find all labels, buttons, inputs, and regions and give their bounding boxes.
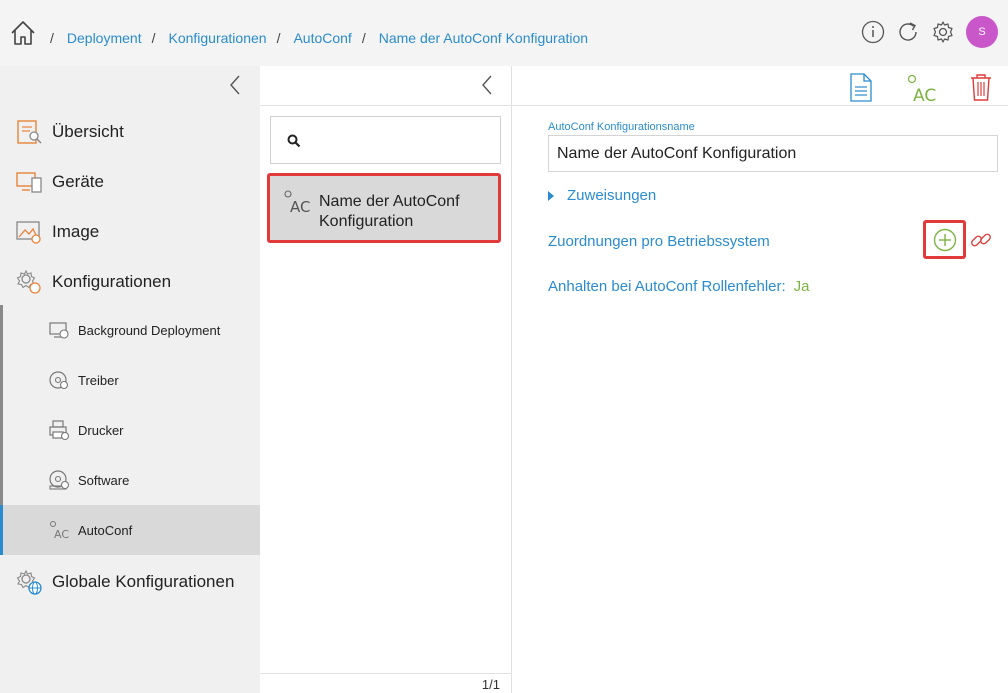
sidebar-item-drucker[interactable]: Drucker <box>0 405 260 455</box>
sidebar-item-label: Konfigurationen <box>52 272 172 291</box>
svg-text:AC: AC <box>54 528 69 541</box>
breadcrumb-separator: / <box>276 30 281 46</box>
breadcrumb-current[interactable]: Name der AutoConf Konfiguration <box>379 30 588 46</box>
sidebar-item-label: AutoConf <box>78 522 133 538</box>
sidebar-item-label: Treiber <box>78 372 119 388</box>
halt-value[interactable]: Ja <box>794 278 810 295</box>
assignments-label: Zuweisungen <box>567 187 657 204</box>
devices-icon <box>15 168 43 196</box>
refresh-icon[interactable] <box>895 19 921 45</box>
list-pane-footer: 1/1 <box>260 673 512 693</box>
list-pane: AC Name der AutoConf Konfiguration 1/1 <box>260 66 512 693</box>
autoconf-icon: AC <box>48 519 70 541</box>
autoconf-icon[interactable]: AC <box>904 70 938 106</box>
halt-on-role-error: Anhalten bei AutoConf Rollenfehler: Ja <box>548 278 810 295</box>
autoconf-icon: AC <box>282 188 312 216</box>
detail-toolbar: AC <box>512 66 1008 106</box>
document-icon[interactable] <box>844 70 878 104</box>
background-deployment-icon <box>48 319 70 341</box>
home-icon[interactable] <box>9 19 37 47</box>
halt-label: Anhalten bei AutoConf Rollenfehler: <box>548 278 786 295</box>
list-item-label: Name der AutoConf Konfiguration <box>319 193 460 230</box>
add-mapping-button[interactable] <box>923 220 966 259</box>
breadcrumb-separator: / <box>50 30 54 46</box>
breadcrumb-deployment[interactable]: Deployment <box>67 30 142 46</box>
breadcrumb: / Deployment / Konfigurationen / AutoCon… <box>50 30 598 46</box>
sidebar-item-label: Globale Konfigurationen <box>52 572 235 591</box>
sidebar-item-label: Geräte <box>52 172 104 191</box>
sidebar-item-label: Drucker <box>78 422 124 438</box>
sidebar-item-treiber[interactable]: Treiber <box>0 355 260 405</box>
avatar[interactable]: S <box>966 16 998 48</box>
trash-icon[interactable] <box>964 70 998 104</box>
sidebar-item-label: Übersicht <box>52 122 124 141</box>
assignments-expander[interactable]: Zuweisungen <box>548 187 656 204</box>
search-icon <box>287 134 301 148</box>
breadcrumb-separator: / <box>151 30 156 46</box>
name-field-label: AutoConf Konfigurationsname <box>548 121 695 133</box>
sidebar-item-geraete[interactable]: Geräte <box>0 157 260 207</box>
global-config-icon <box>15 568 43 596</box>
top-bar: / Deployment / Konfigurationen / AutoCon… <box>0 0 1008 66</box>
breadcrumb-konfigurationen[interactable]: Konfigurationen <box>168 30 266 46</box>
printer-icon <box>48 419 70 441</box>
sidebar-item-uebersicht[interactable]: Übersicht <box>0 107 260 157</box>
os-mappings-label: Zuordnungen pro Betriebssystem <box>548 233 770 250</box>
name-field[interactable] <box>548 135 998 172</box>
breadcrumb-separator: / <box>361 30 366 46</box>
svg-text:AC: AC <box>290 198 310 216</box>
sidebar-item-image[interactable]: Image <box>0 207 260 257</box>
software-icon <box>48 469 70 491</box>
sidebar-item-background-deployment[interactable]: Background Deployment <box>0 305 260 355</box>
sidebar-item-software[interactable]: Software <box>0 455 260 505</box>
sidebar-item-label: Image <box>52 222 100 241</box>
configurations-icon <box>15 268 43 296</box>
svg-text:AC: AC <box>913 86 936 104</box>
pager: 1/1 <box>481 677 500 692</box>
unlink-icon[interactable] <box>968 227 994 253</box>
sidebar-item-label: Software <box>78 472 130 488</box>
sidebar-item-globale-konfigurationen[interactable]: Globale Konfigurationen <box>0 557 260 607</box>
sidebar: Übersicht Geräte Image Konfigurationen B… <box>0 66 260 693</box>
search-input[interactable] <box>270 116 501 164</box>
gear-icon[interactable] <box>930 19 956 45</box>
driver-icon <box>48 369 70 391</box>
info-icon[interactable] <box>860 19 886 45</box>
image-icon <box>15 218 43 246</box>
sidebar-item-konfigurationen[interactable]: Konfigurationen <box>0 257 260 307</box>
breadcrumb-autoconf[interactable]: AutoConf <box>293 30 351 46</box>
sidebar-item-label: Background Deployment <box>78 322 221 338</box>
overview-icon <box>15 118 43 146</box>
list-item[interactable]: AC Name der AutoConf Konfiguration <box>267 173 501 243</box>
chevron-left-icon[interactable] <box>226 74 244 96</box>
header-actions: S <box>851 16 998 48</box>
sidebar-item-autoconf[interactable]: AC AutoConf <box>0 505 260 555</box>
list-pane-header <box>260 66 512 106</box>
plus-circle-icon <box>933 228 956 251</box>
caret-right-icon <box>548 190 554 201</box>
chevron-left-icon[interactable] <box>478 74 496 96</box>
